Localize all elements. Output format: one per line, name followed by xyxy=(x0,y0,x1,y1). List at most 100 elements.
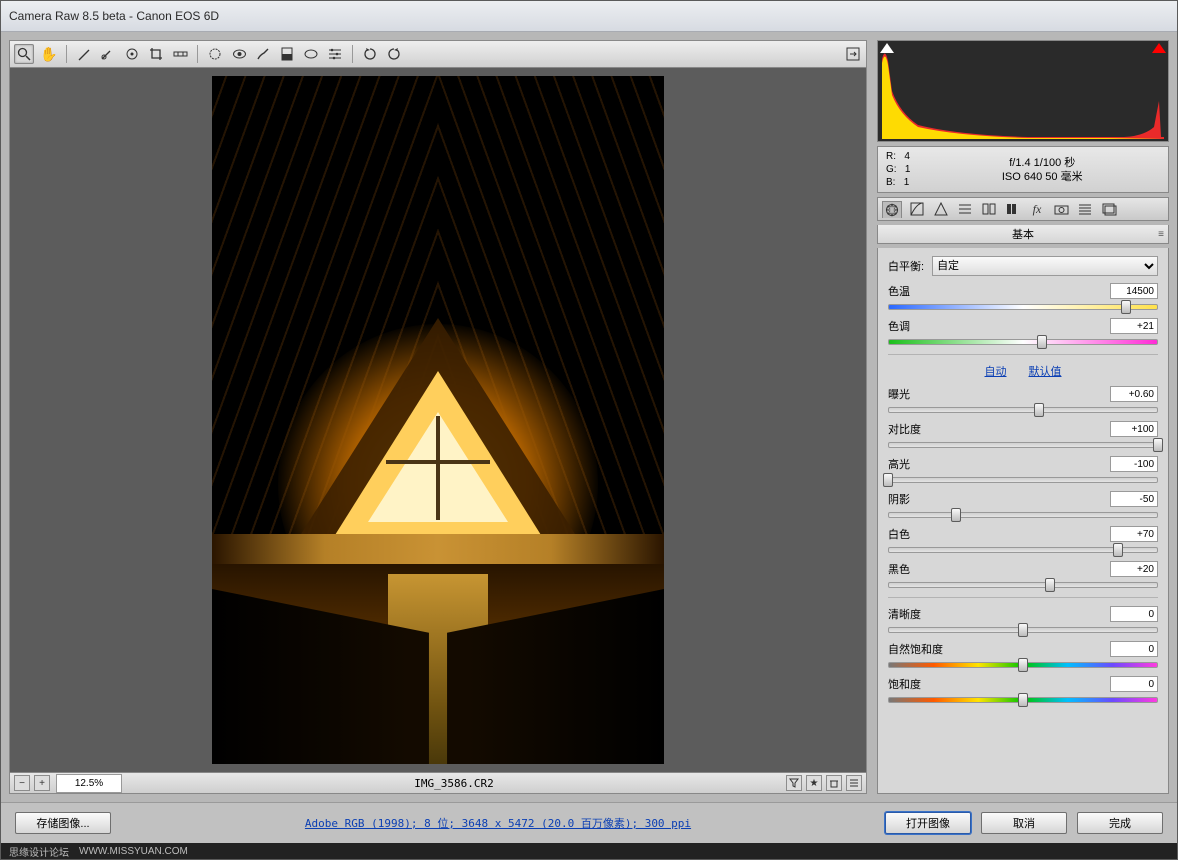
color-sampler-tool-icon[interactable] xyxy=(99,45,117,63)
separator xyxy=(888,354,1158,355)
footer: 存储图像... Adobe RGB (1998); 8 位; 3648 x 54… xyxy=(1,802,1177,843)
white-label: 白色 xyxy=(888,526,910,542)
shadow-value[interactable] xyxy=(1110,491,1158,507)
separator xyxy=(352,45,353,63)
preferences-icon[interactable] xyxy=(326,45,344,63)
tab-hsl-icon[interactable] xyxy=(956,201,974,217)
white-value[interactable] xyxy=(1110,526,1158,542)
right-pane: R: 4 G: 1 B: 1 f/1.4 1/100 秒 ISO 640 50 … xyxy=(877,40,1169,794)
tab-snapshot-icon[interactable] xyxy=(1100,201,1118,217)
black-value[interactable] xyxy=(1110,561,1158,577)
rgb-readout: R: 4 G: 1 B: 1 xyxy=(886,150,910,189)
white-slider[interactable] xyxy=(888,544,1158,554)
tint-value[interactable] xyxy=(1110,318,1158,334)
rating-icon[interactable]: ★ xyxy=(806,775,822,791)
graduated-filter-tool-icon[interactable] xyxy=(278,45,296,63)
status-bar: − + IMG_3586.CR2 ★ xyxy=(9,773,867,794)
tab-preset-icon[interactable] xyxy=(1076,201,1094,217)
watermark-bar: 思缘设计论坛 WWW.MISSYUAN.COM xyxy=(1,843,1177,859)
tint-slider[interactable] xyxy=(888,336,1158,346)
radial-filter-tool-icon[interactable] xyxy=(302,45,320,63)
exposure-slider[interactable] xyxy=(888,404,1158,414)
cancel-button[interactable]: 取消 xyxy=(981,812,1067,834)
filter-icon[interactable] xyxy=(786,775,802,791)
shadow-slider[interactable] xyxy=(888,509,1158,519)
temp-slider[interactable] xyxy=(888,301,1158,311)
white-balance-select[interactable]: 自定 xyxy=(932,256,1158,276)
tab-camera-icon[interactable] xyxy=(1052,201,1070,217)
exposure-value[interactable] xyxy=(1110,386,1158,402)
redeye-tool-icon[interactable] xyxy=(230,45,248,63)
separator xyxy=(888,597,1158,598)
wb-label: 白平衡: xyxy=(888,258,924,274)
separator xyxy=(66,45,67,63)
window-title: Camera Raw 8.5 beta - Canon EOS 6D xyxy=(9,9,219,23)
rotate-cw-icon[interactable] xyxy=(385,45,403,63)
saturate-label: 饱和度 xyxy=(888,676,921,692)
saturate-value[interactable] xyxy=(1110,676,1158,692)
zoom-select[interactable] xyxy=(56,774,122,793)
contrast-value[interactable] xyxy=(1110,421,1158,437)
temp-value[interactable] xyxy=(1110,283,1158,299)
vibrance-label: 自然饱和度 xyxy=(888,641,943,657)
saturate-slider[interactable] xyxy=(888,694,1158,704)
highlight-value[interactable] xyxy=(1110,456,1158,472)
filmstrip-toggle-icon[interactable] xyxy=(846,775,862,791)
photo-mock xyxy=(212,76,664,764)
shadow-label: 阴影 xyxy=(888,491,910,507)
clarity-value[interactable] xyxy=(1110,606,1158,622)
targeted-adjust-tool-icon[interactable] xyxy=(123,45,141,63)
hand-tool-icon[interactable]: ✋ xyxy=(40,45,58,63)
panel-menu-icon[interactable]: ≡ xyxy=(1158,229,1164,240)
vibrance-slider[interactable] xyxy=(888,659,1158,669)
tab-curve-icon[interactable] xyxy=(908,201,926,217)
tab-fx-icon[interactable]: fx xyxy=(1028,201,1046,217)
app-window: Camera Raw 8.5 beta - Canon EOS 6D ✋ xyxy=(0,0,1178,860)
vibrance-value[interactable] xyxy=(1110,641,1158,657)
panel-header: 基本 ≡ xyxy=(877,225,1169,244)
brush-tool-icon[interactable] xyxy=(254,45,272,63)
highlight-slider[interactable] xyxy=(888,474,1158,484)
zoom-in-button[interactable]: + xyxy=(34,775,50,791)
exif-readout: f/1.4 1/100 秒 ISO 640 50 毫米 xyxy=(924,156,1160,184)
histogram[interactable] xyxy=(877,40,1169,142)
contrast-slider[interactable] xyxy=(888,439,1158,449)
panel-basic: 白平衡: 自定 色温 色调 自动 默认值 曝光 xyxy=(877,248,1169,794)
default-link[interactable]: 默认值 xyxy=(1029,363,1062,379)
clarity-label: 清晰度 xyxy=(888,606,921,622)
tint-label: 色调 xyxy=(888,318,910,334)
rotate-ccw-icon[interactable] xyxy=(361,45,379,63)
straighten-tool-icon[interactable] xyxy=(171,45,189,63)
trash-icon[interactable] xyxy=(826,775,842,791)
tab-split-icon[interactable] xyxy=(980,201,998,217)
done-button[interactable]: 完成 xyxy=(1077,812,1163,834)
white-balance-tool-icon[interactable] xyxy=(75,45,93,63)
panel-tabs: fx xyxy=(877,197,1169,221)
metadata-box: R: 4 G: 1 B: 1 f/1.4 1/100 秒 ISO 640 50 … xyxy=(877,146,1169,193)
open-image-button[interactable]: 打开图像 xyxy=(885,812,971,834)
auto-link[interactable]: 自动 xyxy=(985,363,1007,379)
clarity-slider[interactable] xyxy=(888,624,1158,634)
image-preview[interactable] xyxy=(9,68,867,773)
black-label: 黑色 xyxy=(888,561,910,577)
workflow-link[interactable]: Adobe RGB (1998); 8 位; 3648 x 5472 (20.0… xyxy=(121,815,875,831)
zoom-tool-icon[interactable] xyxy=(14,44,34,64)
highlight-label: 高光 xyxy=(888,456,910,472)
tab-detail-icon[interactable] xyxy=(932,201,950,217)
spot-removal-tool-icon[interactable] xyxy=(206,45,224,63)
crop-tool-icon[interactable] xyxy=(147,45,165,63)
contrast-label: 对比度 xyxy=(888,421,921,437)
left-pane: ✋ xyxy=(9,40,867,794)
separator xyxy=(197,45,198,63)
top-toolbar: ✋ xyxy=(9,40,867,68)
tab-lens-icon[interactable] xyxy=(1004,201,1022,217)
panel-title: 基本 xyxy=(1012,226,1034,242)
black-slider[interactable] xyxy=(888,579,1158,589)
zoom-out-button[interactable]: − xyxy=(14,775,30,791)
tab-basic-icon[interactable] xyxy=(882,201,902,218)
save-image-button[interactable]: 存储图像... xyxy=(15,812,111,834)
title-bar[interactable]: Camera Raw 8.5 beta - Canon EOS 6D xyxy=(1,1,1177,32)
temp-label: 色温 xyxy=(888,283,910,299)
filename-label: IMG_3586.CR2 xyxy=(126,777,782,790)
fullscreen-toggle-icon[interactable] xyxy=(844,45,862,63)
